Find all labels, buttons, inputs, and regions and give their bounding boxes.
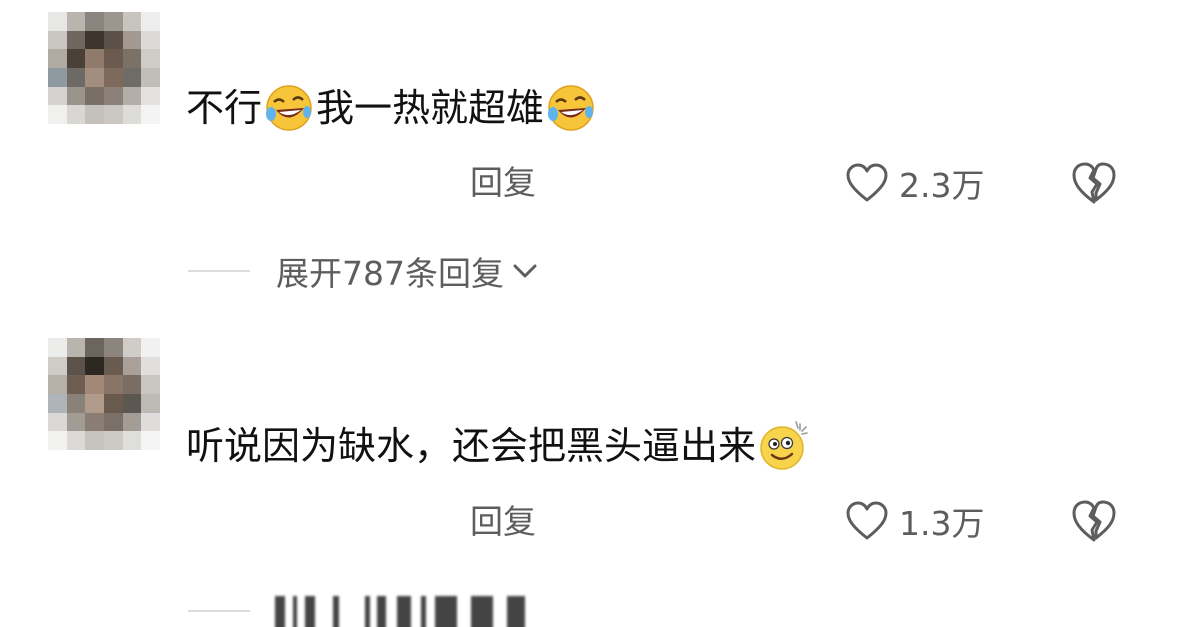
like-button[interactable]: 1.3万: [845, 498, 984, 544]
divider-line: [188, 610, 250, 612]
dizzy-smile-emoji-icon: [760, 420, 808, 470]
reply-button[interactable]: 回复: [470, 502, 536, 542]
heart-outline-icon: [846, 501, 888, 540]
like-button[interactable]: 2.3万: [845, 160, 984, 206]
comment-text: 不行 我一热就超雄: [186, 84, 598, 134]
avatar[interactable]: [48, 12, 160, 124]
heart-outline-icon: [846, 163, 888, 202]
rofl-emoji-icon: [266, 84, 312, 131]
divider-line: [188, 270, 250, 272]
chevron-down-icon: [513, 264, 537, 278]
comment-list: 不行 我一热就超雄 回复 2.3万 展开787条回复 听说因为缺水，还会把黑头逼…: [0, 0, 1178, 627]
reply-button[interactable]: 回复: [470, 163, 536, 203]
avatar[interactable]: [48, 338, 160, 450]
broken-heart-icon[interactable]: [1070, 498, 1118, 544]
broken-heart-icon[interactable]: [1070, 160, 1118, 206]
like-count: 2.3万: [899, 166, 985, 205]
truncated-expand-replies[interactable]: [275, 590, 550, 627]
rofl-emoji-icon: [548, 84, 594, 131]
comment-text-part: 不行: [186, 86, 263, 130]
expand-replies-button[interactable]: 展开787条回复: [188, 248, 538, 294]
expand-replies-label: 展开787条回复: [276, 254, 504, 293]
comment-text-body: 听说因为缺水，还会把黑头逼出来: [186, 424, 757, 468]
comment-text: 听说因为缺水，还会把黑头逼出来: [186, 420, 810, 472]
comment-text-part: 我一热就超雄: [316, 86, 545, 130]
like-count: 1.3万: [899, 504, 985, 543]
